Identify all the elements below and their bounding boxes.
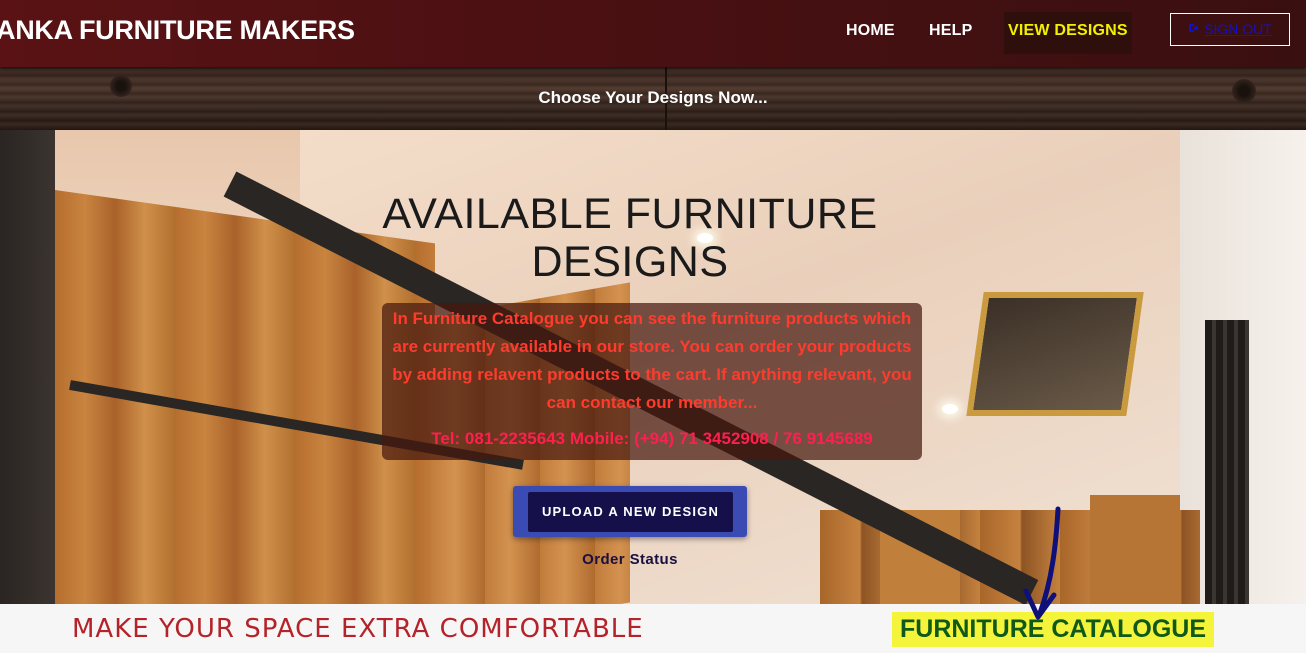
sign-out-button[interactable]: SIGN OUT — [1170, 13, 1290, 46]
hero-background-image: AVAILABLE FURNITURE DESIGNS In Furniture… — [0, 130, 1306, 604]
info-box: In Furniture Catalogue you can see the f… — [382, 303, 922, 460]
brand-logo-text[interactable]: ANKA FURNITURE MAKERS — [0, 15, 355, 46]
wood-banner: Choose Your Designs Now... — [0, 67, 1306, 130]
banner-tagline: Choose Your Designs Now... — [538, 88, 768, 107]
hero-door — [1090, 495, 1180, 604]
upload-new-design-button[interactable]: UPLOAD A NEW DESIGN — [528, 492, 733, 532]
contact-numbers: Tel: 081-2235643 Mobile: (+94) 71 345290… — [431, 429, 873, 448]
hero-pillar — [0, 130, 55, 604]
sign-out-label: SIGN OUT — [1204, 21, 1272, 37]
nav-help-link[interactable]: HELP — [929, 22, 972, 40]
nav-home-link[interactable]: HOME — [846, 22, 895, 40]
top-navbar: ANKA FURNITURE MAKERS HOME HELP VIEW DES… — [0, 0, 1306, 67]
info-description: In Furniture Catalogue you can see the f… — [392, 309, 912, 412]
hero-skylight — [966, 292, 1144, 416]
sign-out-icon — [1188, 14, 1202, 45]
bottom-strip: MAKE YOUR SPACE EXTRA COMFORTABLE FURNIT… — [0, 604, 1306, 653]
hero-ceiling-lamp — [942, 404, 958, 414]
hero-radiator — [1205, 320, 1249, 604]
order-status-link[interactable]: Order Status — [560, 551, 700, 568]
slogan-text: MAKE YOUR SPACE EXTRA COMFORTABLE — [72, 614, 644, 644]
nav-view-designs-link[interactable]: VIEW DESIGNS — [1004, 12, 1132, 54]
annotation-arrow-icon — [1023, 506, 1061, 620]
hero-title: AVAILABLE FURNITURE DESIGNS — [382, 190, 878, 286]
